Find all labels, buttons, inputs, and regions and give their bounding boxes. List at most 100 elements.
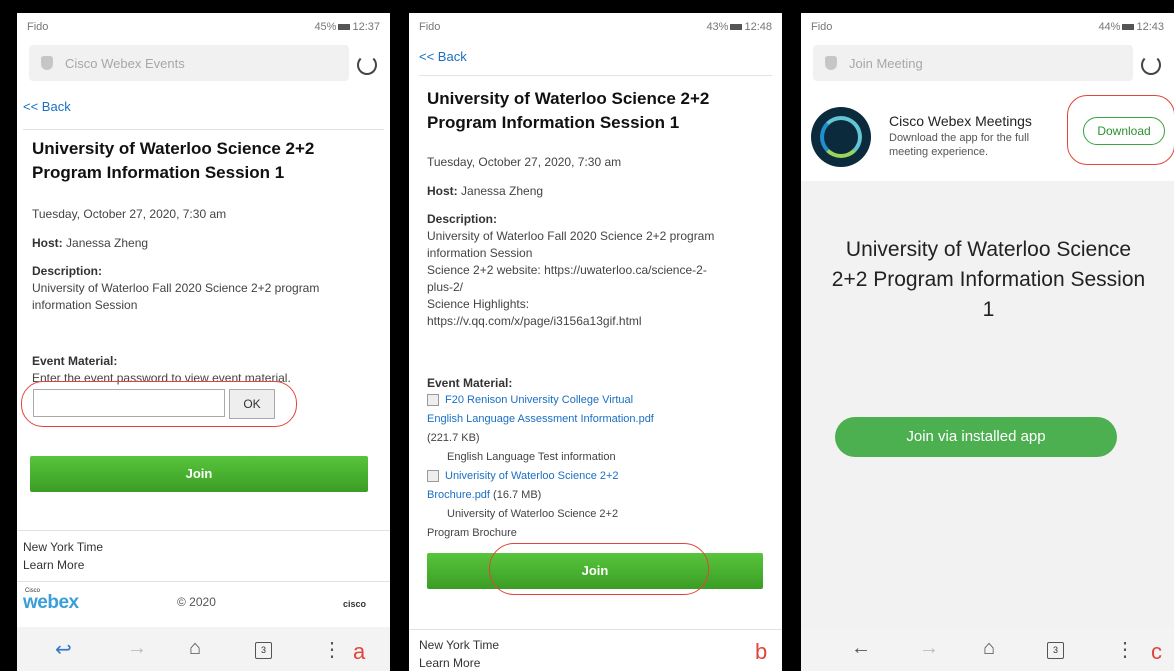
attachment-note: English Language Test information bbox=[447, 451, 616, 463]
reload-icon[interactable] bbox=[1141, 55, 1161, 75]
forward-arrow-icon[interactable]: → bbox=[127, 637, 147, 660]
attachment-size: (16.7 MB) bbox=[489, 489, 542, 501]
screenshot-c: Fido 44% 12:43 Join Meeting Cisco Webex M… bbox=[801, 13, 1174, 671]
attachment-note: University of Waterloo Science 2+2 bbox=[447, 508, 619, 520]
back-link[interactable]: << Back bbox=[23, 99, 71, 114]
more-vert-icon[interactable]: ⋮ bbox=[322, 637, 342, 662]
material-label: Event Material: bbox=[32, 354, 118, 368]
host-label: Host: bbox=[32, 236, 63, 250]
description-line: https://v.qq.com/x/page/i3156a13gif.html bbox=[427, 314, 642, 328]
status-bar: Fido 44% 12:43 bbox=[801, 13, 1174, 39]
meeting-title: University of Waterloo Science 2+2 Progr… bbox=[831, 238, 1146, 321]
logo-ring bbox=[820, 116, 862, 158]
event-title: University of Waterloo Science 2+2 Progr… bbox=[427, 89, 710, 132]
address-text: Cisco Webex Events bbox=[65, 56, 185, 71]
description-line: Science 2+2 website: https://uwaterloo.c… bbox=[427, 263, 707, 277]
browser-toolbar: ↩ → ⌂ 3 ⋮ a bbox=[17, 627, 390, 671]
event-date: Tuesday, October 27, 2020, 7:30 am bbox=[32, 207, 227, 221]
description-label: Description: bbox=[427, 212, 498, 226]
document-icon bbox=[427, 470, 439, 483]
battery-percent: 44% bbox=[1098, 21, 1121, 33]
status-bar: Fido 43% 12:48 bbox=[409, 13, 782, 39]
screenshot-b: Fido 43% 12:48 << Back University of Wate… bbox=[409, 13, 782, 671]
panel-label: a bbox=[353, 639, 366, 664]
attachment-2: Univerisity of Waterloo Science 2+2 bbox=[427, 467, 772, 486]
address-bar[interactable]: Join Meeting bbox=[813, 45, 1133, 81]
clock: 12:48 bbox=[744, 21, 772, 33]
description-line: information Session bbox=[427, 246, 533, 260]
annotation-circle bbox=[1067, 95, 1174, 165]
divider bbox=[23, 129, 384, 130]
tabs-count[interactable]: 3 bbox=[1047, 642, 1064, 659]
description-text: University of Waterloo Fall 2020 Science… bbox=[32, 281, 320, 312]
document-icon bbox=[427, 394, 439, 407]
clock: 12:43 bbox=[1136, 21, 1164, 33]
attachment-note: Program Brochure bbox=[427, 527, 517, 539]
cisco-logo: cisco bbox=[343, 599, 367, 609]
address-text: Join Meeting bbox=[849, 56, 923, 71]
home-icon[interactable]: ⌂ bbox=[983, 637, 995, 660]
clock: 12:37 bbox=[352, 21, 380, 33]
description-label: Description: bbox=[32, 264, 103, 278]
address-bar[interactable]: Cisco Webex Events bbox=[29, 45, 349, 81]
event-description: Description: University of Waterloo Fall… bbox=[427, 211, 772, 330]
webex-meetings-logo bbox=[811, 107, 871, 167]
panel-label: c bbox=[1151, 639, 1162, 664]
attachment-link[interactable]: F20 Renison University College Virtual bbox=[445, 394, 633, 406]
host-label: Host: bbox=[427, 184, 458, 198]
carrier-label: Fido bbox=[27, 21, 49, 33]
learn-more-link[interactable]: Learn More bbox=[23, 558, 84, 572]
app-description: Download the app for the full meeting ex… bbox=[889, 132, 1030, 158]
description-line: University of Waterloo Fall 2020 Science… bbox=[427, 229, 715, 243]
attachment-link[interactable]: Univerisity of Waterloo Science 2+2 bbox=[445, 470, 619, 482]
material-label-text: Event Material: bbox=[427, 376, 513, 390]
description-line: Science Highlights: bbox=[427, 297, 530, 311]
forward-arrow-icon[interactable]: → bbox=[919, 637, 939, 660]
material-label: Event Material: bbox=[427, 375, 512, 392]
browser-toolbar: ← → ⌂ 3 ⋮ c bbox=[801, 627, 1174, 671]
divider bbox=[419, 75, 772, 76]
learn-more-link[interactable]: Learn More bbox=[419, 656, 480, 670]
divider bbox=[17, 581, 390, 582]
annotation-circle bbox=[489, 543, 709, 595]
home-icon[interactable]: ⌂ bbox=[189, 637, 201, 660]
shield-icon bbox=[825, 56, 837, 70]
back-arrow-icon[interactable]: ← bbox=[851, 637, 871, 660]
panel-label: b bbox=[755, 639, 768, 664]
reload-icon[interactable] bbox=[357, 55, 377, 75]
app-name: Cisco Webex Meetings bbox=[889, 113, 1032, 129]
back-link[interactable]: << Back bbox=[419, 49, 467, 64]
divider bbox=[409, 629, 782, 630]
battery-icon bbox=[1122, 24, 1135, 31]
join-app-button[interactable]: Join via installed app bbox=[835, 417, 1117, 457]
attachment-list: F20 Renison University College Virtual E… bbox=[427, 391, 772, 543]
copyright: © 2020 bbox=[177, 595, 216, 609]
divider bbox=[17, 530, 390, 531]
tabs-count[interactable]: 3 bbox=[255, 642, 272, 659]
more-vert-icon[interactable]: ⋮ bbox=[1115, 637, 1135, 662]
webex-logo: webex bbox=[23, 592, 79, 613]
event-host: Host: Janessa Zheng bbox=[32, 236, 148, 250]
attachment-link[interactable]: Brochure.pdf bbox=[427, 489, 490, 501]
annotation-circle bbox=[21, 381, 297, 427]
battery-icon bbox=[338, 24, 351, 31]
description-line: plus-2/ bbox=[427, 280, 464, 294]
status-right: 43% 12:48 bbox=[706, 21, 772, 33]
status-right: 45% 12:37 bbox=[314, 21, 380, 33]
carrier-label: Fido bbox=[811, 21, 833, 33]
event-date: Tuesday, October 27, 2020, 7:30 am bbox=[427, 155, 622, 169]
event-title: University of Waterloo Science 2+2 Progr… bbox=[32, 139, 315, 182]
battery-icon bbox=[730, 24, 743, 31]
timezone-label: New York Time bbox=[419, 638, 500, 652]
battery-percent: 43% bbox=[706, 21, 729, 33]
back-arrow-icon[interactable]: ↩ bbox=[55, 637, 72, 662]
event-host: Host: Janessa Zheng bbox=[427, 184, 543, 198]
status-right: 44% 12:43 bbox=[1098, 21, 1164, 33]
join-button[interactable]: Join bbox=[30, 456, 368, 492]
attachment-link[interactable]: English Language Assessment Information.… bbox=[427, 413, 654, 425]
host-name: Janessa Zheng bbox=[461, 184, 544, 198]
timezone-label: New York Time bbox=[23, 540, 104, 554]
host-name: Janessa Zheng bbox=[66, 236, 149, 250]
carrier-label: Fido bbox=[419, 21, 441, 33]
battery-percent: 45% bbox=[314, 21, 337, 33]
